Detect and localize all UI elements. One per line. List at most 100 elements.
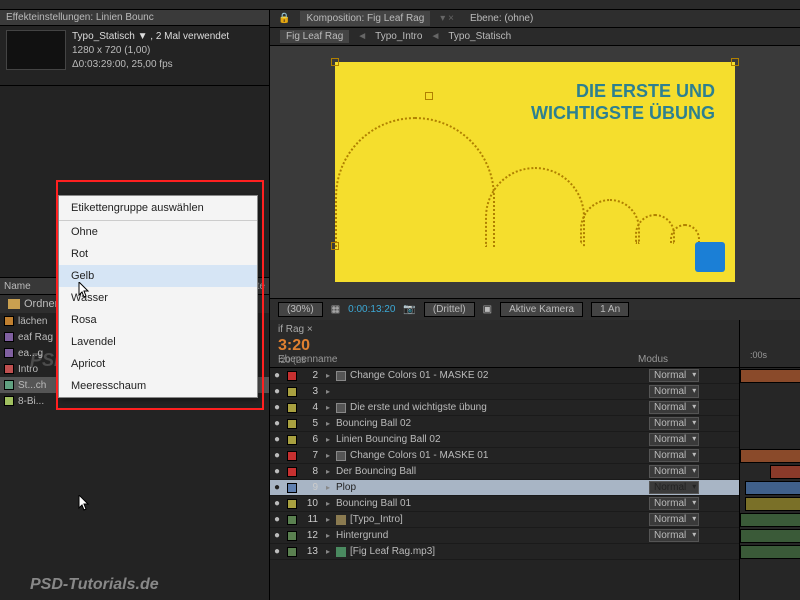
- blend-mode-dropdown[interactable]: Normal: [649, 369, 699, 382]
- visibility-toggle[interactable]: ●: [270, 530, 284, 541]
- label-chip[interactable]: [287, 419, 297, 429]
- zoom-dropdown[interactable]: (30%): [278, 302, 323, 317]
- visibility-toggle[interactable]: ●: [270, 418, 284, 429]
- context-menu-item[interactable]: Wasser: [59, 287, 257, 309]
- views-dropdown[interactable]: 1 An: [591, 302, 629, 317]
- current-time[interactable]: 3:20: [278, 337, 731, 355]
- layer-name[interactable]: ▸Bouncing Ball 02: [322, 418, 649, 429]
- camera-dropdown[interactable]: Aktive Kamera: [500, 302, 583, 317]
- layer-row[interactable]: ● 8 ▸Der Bouncing Ball Normal: [270, 464, 739, 480]
- visibility-toggle[interactable]: ●: [270, 386, 284, 397]
- tab-composition[interactable]: Komposition: Fig Leaf Rag: [300, 11, 430, 26]
- visibility-toggle[interactable]: ●: [270, 450, 284, 461]
- layer-row[interactable]: ● 10 ▸Bouncing Ball 01 Normal: [270, 496, 739, 512]
- context-menu-item[interactable]: Rosa: [59, 309, 257, 331]
- blend-mode-dropdown[interactable]: Normal: [649, 481, 699, 494]
- motion-path-arc[interactable]: [635, 214, 675, 244]
- blend-mode-dropdown[interactable]: Normal: [649, 433, 699, 446]
- time-ruler[interactable]: :00s 15s 00:30s: [740, 320, 800, 368]
- label-chip[interactable]: [287, 499, 297, 509]
- tab-layer[interactable]: Ebene: (ohne): [464, 11, 539, 26]
- label-chip[interactable]: [287, 403, 297, 413]
- context-menu-item[interactable]: Lavendel: [59, 331, 257, 353]
- timeline-comp-tab[interactable]: if Rag ×: [278, 324, 731, 335]
- visibility-toggle[interactable]: ●: [270, 402, 284, 413]
- visibility-toggle[interactable]: ●: [270, 498, 284, 509]
- layer-row[interactable]: ● 11 ▸[Typo_Intro] Normal: [270, 512, 739, 528]
- blend-mode-dropdown[interactable]: Normal: [649, 465, 699, 478]
- label-chip[interactable]: [287, 435, 297, 445]
- layer-duration-bar[interactable]: [740, 529, 800, 543]
- context-menu-header[interactable]: Etikettengruppe auswählen: [59, 196, 257, 221]
- label-chip[interactable]: [287, 547, 297, 557]
- motion-path-arc[interactable]: [670, 224, 700, 244]
- ball-layer[interactable]: [695, 242, 725, 272]
- layer-name[interactable]: ▸[Typo_Intro]: [322, 514, 649, 525]
- layer-name[interactable]: ▸Die erste und wichtigste übung: [322, 402, 649, 413]
- layer-row[interactable]: ● 12 ▸Hintergrund Normal: [270, 528, 739, 544]
- viewport[interactable]: DIE ERSTE UND WICHTIGSTE ÜBUNG: [270, 46, 800, 298]
- layer-name[interactable]: ▸Plop: [322, 482, 649, 493]
- transform-handle[interactable]: [331, 58, 339, 66]
- layer-duration-bar[interactable]: [740, 513, 800, 527]
- breadcrumb-item[interactable]: Typo_Statisch: [448, 31, 511, 42]
- col-name[interactable]: Name: [4, 281, 31, 292]
- layer-name[interactable]: ▸: [322, 387, 649, 396]
- blend-mode-dropdown[interactable]: Normal: [649, 417, 699, 430]
- label-chip[interactable]: [287, 483, 297, 493]
- label-context-menu[interactable]: Etikettengruppe auswählen OhneRotGelbWas…: [58, 195, 258, 398]
- toggle-icon[interactable]: ▣: [483, 304, 492, 315]
- layer-duration-bar[interactable]: [740, 369, 800, 383]
- layer-name[interactable]: ▸Change Colors 01 - MASKE 01: [322, 450, 649, 461]
- context-menu-item[interactable]: Gelb: [59, 265, 257, 287]
- snapshot-icon[interactable]: 📷: [403, 304, 415, 315]
- transform-handle[interactable]: [731, 58, 739, 66]
- blend-mode-dropdown[interactable]: Normal: [649, 497, 699, 510]
- layer-duration-bar[interactable]: [745, 497, 800, 511]
- label-chip[interactable]: [287, 515, 297, 525]
- layer-row[interactable]: ● 3 ▸ Normal: [270, 384, 739, 400]
- layer-duration-bar[interactable]: [745, 481, 800, 495]
- layer-name[interactable]: ▸[Fig Leaf Rag.mp3]: [322, 546, 649, 557]
- motion-path-arc[interactable]: [485, 167, 585, 247]
- visibility-toggle[interactable]: ●: [270, 482, 284, 493]
- effect-panel-tab[interactable]: Effekteinstellungen: Linien Bounc: [0, 10, 269, 26]
- visibility-toggle[interactable]: ●: [270, 514, 284, 525]
- path-vertex[interactable]: [425, 92, 433, 100]
- visibility-toggle[interactable]: ●: [270, 466, 284, 477]
- layer-row[interactable]: ● 4 ▸Die erste und wichtigste übung Norm…: [270, 400, 739, 416]
- composition-canvas[interactable]: DIE ERSTE UND WICHTIGSTE ÜBUNG: [335, 62, 735, 282]
- blend-mode-dropdown[interactable]: Normal: [649, 513, 699, 526]
- visibility-toggle[interactable]: ●: [270, 434, 284, 445]
- layer-row[interactable]: ● 6 ▸Linien Bouncing Ball 02 Normal: [270, 432, 739, 448]
- blend-mode-dropdown[interactable]: Normal: [649, 529, 699, 542]
- resolution-dropdown[interactable]: (Drittel): [424, 302, 475, 317]
- layer-row[interactable]: ● 7 ▸Change Colors 01 - MASKE 01 Normal: [270, 448, 739, 464]
- context-menu-item[interactable]: Apricot: [59, 353, 257, 375]
- motion-path-arc[interactable]: [335, 117, 495, 247]
- layer-name[interactable]: ▸Linien Bouncing Ball 02: [322, 434, 649, 445]
- layer-row[interactable]: ● 2 ▸Change Colors 01 - MASKE 02 Normal: [270, 368, 739, 384]
- breadcrumb-item[interactable]: Fig Leaf Rag: [280, 30, 349, 43]
- context-menu-item[interactable]: Meeresschaum: [59, 375, 257, 397]
- layer-name[interactable]: ▸Hintergrund: [322, 530, 649, 541]
- motion-path-arc[interactable]: [580, 199, 640, 244]
- layer-name[interactable]: ▸Der Bouncing Ball: [322, 466, 649, 477]
- visibility-toggle[interactable]: ●: [270, 370, 284, 381]
- layer-row[interactable]: ● 5 ▸Bouncing Ball 02 Normal: [270, 416, 739, 432]
- label-chip[interactable]: [287, 371, 297, 381]
- label-chip[interactable]: [287, 531, 297, 541]
- transform-handle[interactable]: [331, 242, 339, 250]
- visibility-toggle[interactable]: ●: [270, 546, 284, 557]
- breadcrumb-item[interactable]: Typo_Intro: [375, 31, 422, 42]
- context-menu-item[interactable]: Ohne: [59, 221, 257, 243]
- layer-duration-bar[interactable]: [770, 465, 800, 479]
- layer-row[interactable]: ● 13 ▸[Fig Leaf Rag.mp3]: [270, 544, 739, 560]
- layer-row[interactable]: ● 9 ▸Plop Normal: [270, 480, 739, 496]
- label-chip[interactable]: [287, 387, 297, 397]
- layer-name[interactable]: ▸Change Colors 01 - MASKE 02: [322, 370, 649, 381]
- blend-mode-dropdown[interactable]: Normal: [649, 401, 699, 414]
- blend-mode-dropdown[interactable]: Normal: [649, 449, 699, 462]
- label-chip[interactable]: [287, 451, 297, 461]
- label-chip[interactable]: [287, 467, 297, 477]
